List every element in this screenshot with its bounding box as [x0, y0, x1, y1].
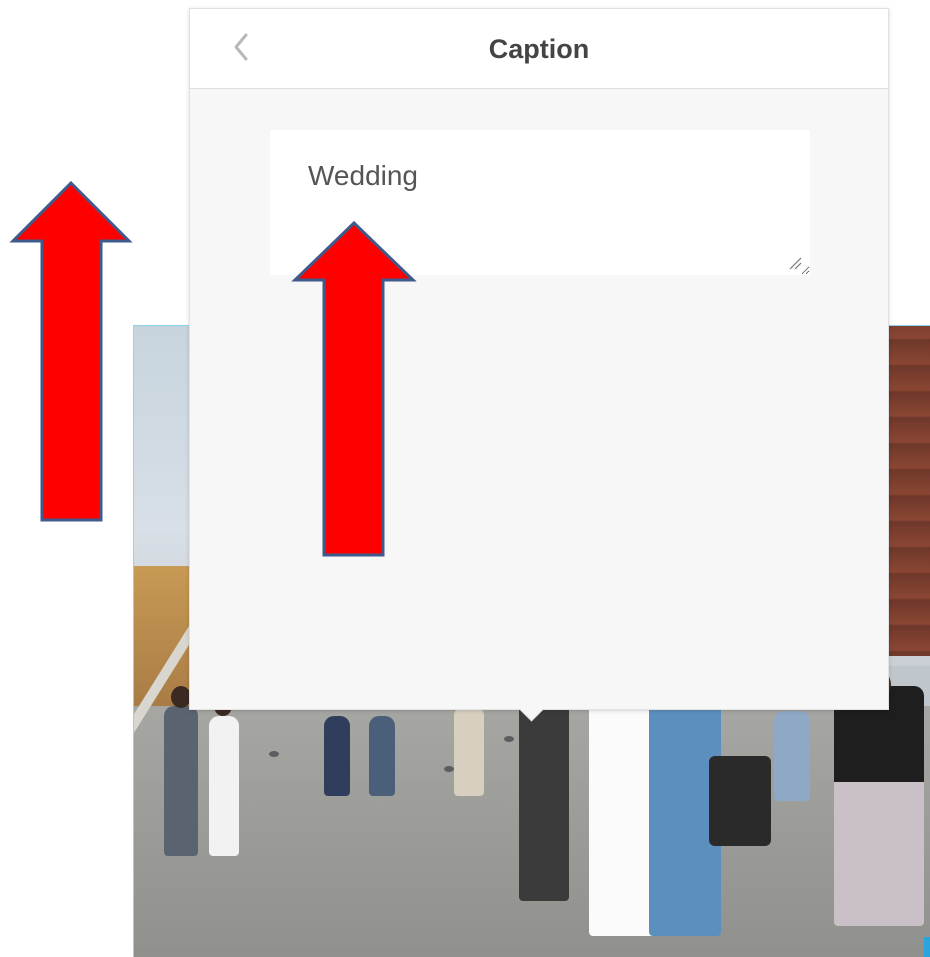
caption-title: Caption [488, 34, 590, 64]
photo-edge-marker [924, 937, 930, 957]
red-up-arrow-icon [9, 180, 133, 522]
caption-header: Caption [190, 9, 888, 89]
photo-brick-tower [888, 326, 930, 656]
photo-crowd [134, 668, 930, 957]
red-up-arrow-icon [291, 220, 417, 557]
resize-grip-icon[interactable] [788, 256, 802, 270]
